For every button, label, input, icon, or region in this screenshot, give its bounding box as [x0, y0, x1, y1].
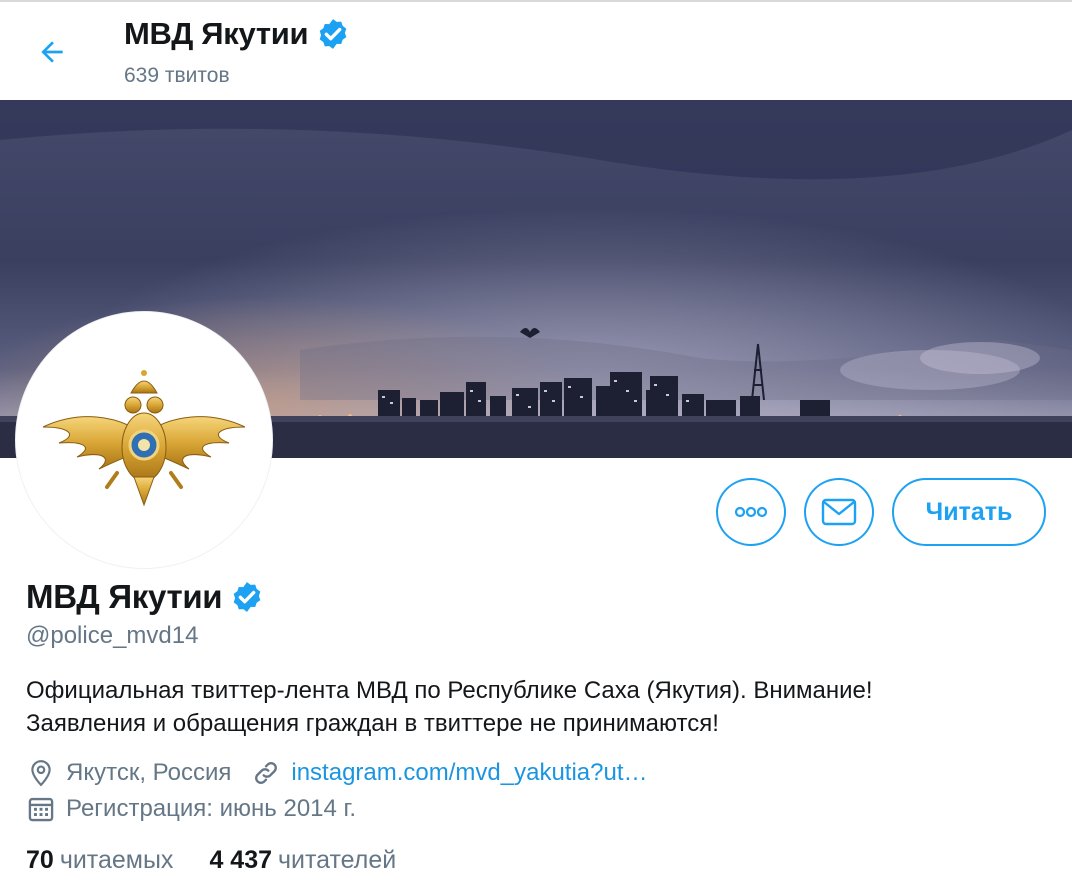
profile-meta-row: Якутск, Россия instagram.com/mvd_yakutia… — [26, 758, 648, 788]
verified-badge-icon — [233, 582, 261, 612]
profile-stats: 70 читаемых 4 437 читателей — [26, 846, 396, 875]
bio-line: Официальная твиттер-лента МВД по Республ… — [26, 677, 873, 704]
following-count: 70 — [26, 846, 54, 874]
followers-label: читателей — [278, 846, 397, 874]
verified-badge-icon — [319, 19, 347, 49]
profile-joined-date: Регистрация: июнь 2014 г. — [66, 795, 357, 822]
followers-count: 4 437 — [209, 846, 272, 874]
location-pin-icon — [26, 758, 56, 788]
tweet-count: 639 твитов — [124, 64, 230, 87]
more-dots-icon — [734, 506, 768, 518]
profile-meta-row: Регистрация: июнь 2014 г. — [26, 794, 356, 824]
header-name: МВД Якутии — [124, 16, 309, 51]
message-button[interactable] — [804, 478, 874, 546]
profile-handle: @police_mvd14 — [26, 622, 199, 649]
profile-bio: Официальная твиттер-лента МВД по Республ… — [26, 674, 1066, 740]
calendar-icon — [26, 794, 56, 824]
followers-stat[interactable]: 4 437 читателей — [209, 846, 396, 875]
follow-button[interactable]: Читать — [892, 478, 1046, 546]
profile-website-link[interactable]: instagram.com/mvd_yakutia?ut… — [291, 759, 647, 787]
back-arrow-icon — [41, 41, 63, 63]
top-bar: МВД Якутии 639 твитов — [0, 0, 1072, 100]
envelope-icon — [821, 498, 857, 526]
mvd-emblem-icon — [42, 370, 246, 507]
profile-avatar[interactable] — [16, 312, 272, 568]
bio-line: Заявления и обращения граждан в твиттере… — [26, 710, 719, 737]
header-title: МВД Якутии — [124, 16, 350, 52]
following-label: читаемых — [59, 846, 174, 874]
profile-name: МВД Якутии — [26, 578, 223, 615]
profile-location: Якутск, Россия — [66, 759, 232, 786]
following-stat[interactable]: 70 читаемых — [26, 846, 173, 875]
profile-name-row: МВД Якутии — [26, 578, 264, 616]
back-button[interactable] — [26, 30, 78, 74]
more-options-button[interactable] — [716, 478, 786, 546]
link-icon — [251, 758, 281, 788]
